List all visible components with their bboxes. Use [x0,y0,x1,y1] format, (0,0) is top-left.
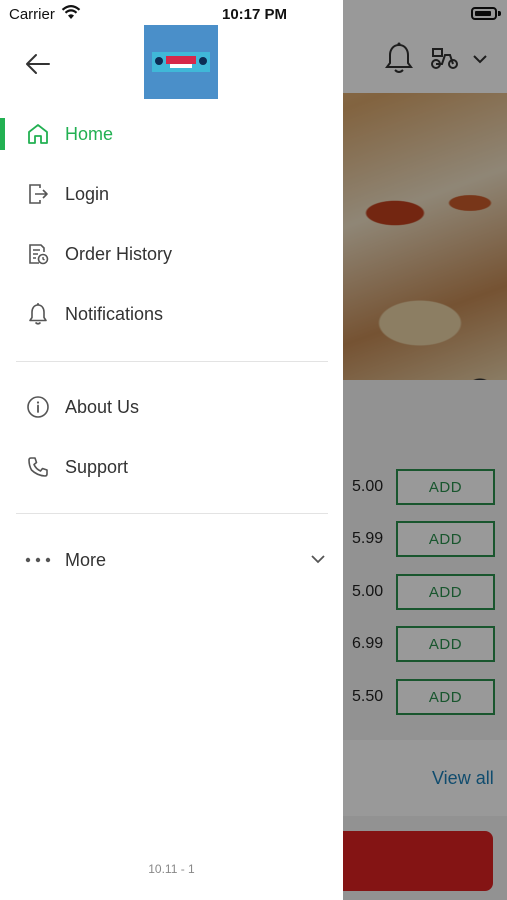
menu-item-label: Order History [65,243,173,264]
menu-item-support[interactable]: Support [0,441,343,493]
phone-icon [25,454,51,480]
menu-item-notifications[interactable]: Notifications [0,288,343,340]
carrier-label: Carrier [9,6,55,23]
status-time: 10:17 PM [222,6,288,23]
menu-item-label: More [65,549,107,570]
home-icon [25,121,51,147]
arrow-left-icon [26,54,50,74]
wifi-icon [61,5,81,25]
status-bar: Carrier 10:17 PM [0,0,343,28]
divider [16,361,328,362]
menu-item-label: About Us [65,396,140,417]
menu-item-label: Notifications [65,303,164,324]
chevron-down-icon[interactable] [310,552,326,570]
login-icon [25,181,51,207]
menu-item-about-us[interactable]: About Us [0,381,343,433]
back-button[interactable] [22,48,54,80]
menu-item-more[interactable]: More [0,534,343,586]
menu-item-label: Home [65,123,114,144]
menu-item-home[interactable]: Home [0,108,343,160]
navigation-drawer: Carrier 10:17 PM Home Login Order Histor… [0,0,343,900]
order-history-icon [25,241,51,267]
restaurant-logo [144,25,218,99]
menu-item-label: Support [65,456,129,477]
divider [16,513,328,514]
menu-item-login[interactable]: Login [0,168,343,220]
menu-item-label: Login [65,183,110,204]
more-dots-icon [25,547,51,573]
bell-icon [25,301,51,327]
info-icon [25,394,51,420]
menu-item-order-history[interactable]: Order History [0,228,343,280]
app-version: 10.11 - 1 [148,862,195,876]
